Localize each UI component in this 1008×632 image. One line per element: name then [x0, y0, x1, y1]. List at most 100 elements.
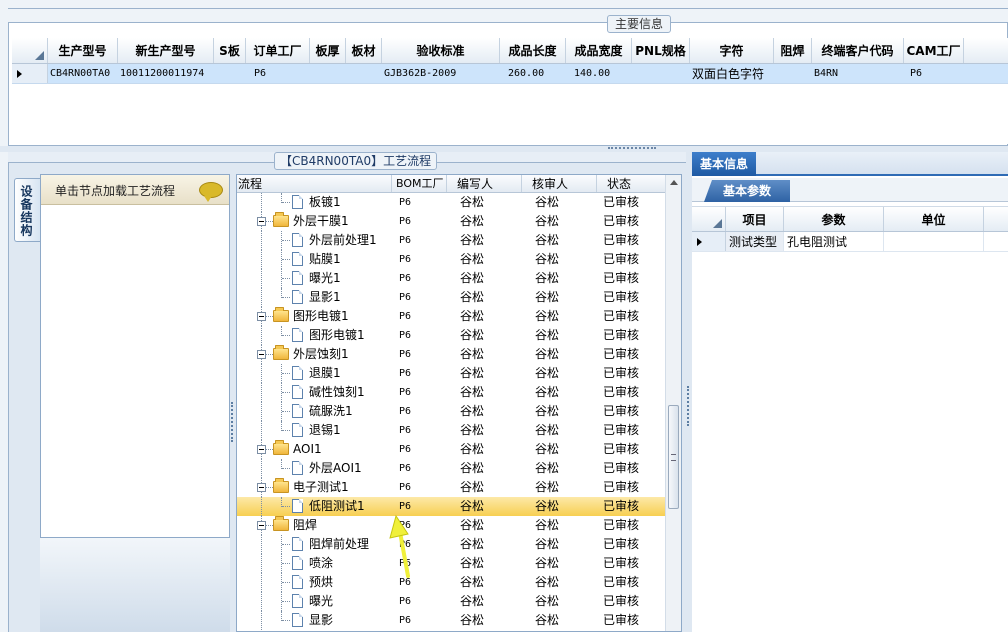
collapse-icon[interactable]	[257, 312, 266, 321]
col-header-author[interactable]: 编写人	[447, 175, 522, 192]
cell-author[interactable]: 谷松	[447, 516, 522, 535]
cell-author[interactable]: 谷松	[447, 231, 522, 250]
tree-node[interactable]: 曝光1	[237, 269, 392, 288]
scroll-thumb[interactable]	[668, 405, 679, 509]
col-header-new-model[interactable]: 新生产型号	[118, 38, 214, 63]
cell-bom-factory[interactable]: P6	[392, 193, 447, 212]
cell-status[interactable]: 已审核	[597, 307, 667, 326]
cell-author[interactable]: 谷松	[447, 478, 522, 497]
cell-author[interactable]: 谷松	[447, 383, 522, 402]
tree-scrollbar[interactable]	[665, 175, 681, 631]
cell-thickness[interactable]	[310, 64, 346, 83]
cell-author[interactable]: 谷松	[447, 573, 522, 592]
cell-status[interactable]: 已审核	[597, 497, 667, 516]
tree-node[interactable]: 退锡1	[237, 421, 392, 440]
cell-bom-factory[interactable]: P6	[392, 440, 447, 459]
col-header-status[interactable]: 状态	[597, 175, 667, 192]
cell-reviewer[interactable]: 谷松	[522, 478, 597, 497]
table-row[interactable]: 测试类型 孔电阻测试	[692, 232, 1008, 252]
tree-row[interactable]: 碱性蚀刻1 P6 谷松 谷松 已审核	[237, 383, 681, 402]
cell-status[interactable]: 已审核	[597, 402, 667, 421]
cell-reviewer[interactable]: 谷松	[522, 231, 597, 250]
col-header-order-factory[interactable]: 订单工厂	[246, 38, 310, 63]
cell-reviewer[interactable]: 谷松	[522, 535, 597, 554]
tree-node[interactable]: 板镀1	[237, 193, 392, 212]
cell-author[interactable]: 谷松	[447, 421, 522, 440]
tree-row[interactable]: AOI1 P6 谷松 谷松 已审核	[237, 440, 681, 459]
tree-row[interactable]: 显影 P6 谷松 谷松 已审核	[237, 611, 681, 630]
cell-bom-factory[interactable]: P6	[392, 364, 447, 383]
cell-author[interactable]: 谷松	[447, 592, 522, 611]
tree-node[interactable]: 退膜1	[237, 364, 392, 383]
cell-reviewer[interactable]: 谷松	[522, 592, 597, 611]
cell-reviewer[interactable]: 谷松	[522, 516, 597, 535]
cell-item[interactable]: 测试类型	[726, 232, 784, 251]
tree-row[interactable]: 外层前处理1 P6 谷松 谷松 已审核	[237, 231, 681, 250]
tree-node[interactable]: 硫脲洗1	[237, 402, 392, 421]
cell-status[interactable]: 已审核	[597, 516, 667, 535]
cell-status[interactable]: 已审核	[597, 440, 667, 459]
cell-author[interactable]: 谷松	[447, 345, 522, 364]
cell-new-model[interactable]: 10011200011974	[118, 64, 214, 83]
cell-model[interactable]: CB4RN00TA0	[48, 64, 118, 83]
tree-row[interactable]: 显影1 P6 谷松 谷松 已审核	[237, 288, 681, 307]
tree-node[interactable]: 低阻测试1	[237, 497, 392, 516]
cell-status[interactable]: 已审核	[597, 250, 667, 269]
cell-reviewer[interactable]: 谷松	[522, 364, 597, 383]
cell-status[interactable]: 已审核	[597, 269, 667, 288]
cell-bom-factory[interactable]: P6	[392, 250, 447, 269]
tree-node[interactable]: 显影	[237, 611, 392, 630]
cell-order-factory[interactable]: P6	[246, 64, 310, 83]
cell-reviewer[interactable]: 谷松	[522, 326, 597, 345]
cell-author[interactable]: 谷松	[447, 193, 522, 212]
process-tree-grid[interactable]: 流程 BOM工厂 编写人 核审人 状态 板镀1 P6 谷松 谷松 已审核 外层干膜1 P6 谷…	[236, 174, 682, 632]
tree-node[interactable]: 外层前处理1	[237, 231, 392, 250]
cell-bom-factory[interactable]: P6	[392, 478, 447, 497]
tab-basic-info[interactable]: 基本信息	[692, 152, 757, 176]
col-header-unit[interactable]: 单位	[884, 207, 984, 231]
cell-author[interactable]: 谷松	[447, 611, 522, 630]
cell-bom-factory[interactable]: P6	[392, 212, 447, 231]
tree-node[interactable]: 阻焊前处理	[237, 535, 392, 554]
cell-status[interactable]: 已审核	[597, 212, 667, 231]
tree-row[interactable]: 贴膜1 P6 谷松 谷松 已审核	[237, 250, 681, 269]
tree-node[interactable]: 图形电镀1	[237, 307, 392, 326]
tree-row[interactable]: 外层干膜1 P6 谷松 谷松 已审核	[237, 212, 681, 231]
cell-bom-factory[interactable]: P6	[392, 345, 447, 364]
tree-row[interactable]: 喷涂 P6 谷松 谷松 已审核	[237, 554, 681, 573]
col-header-material[interactable]: 板材	[346, 38, 382, 63]
tree-node[interactable]: 贴膜1	[237, 250, 392, 269]
cell-unit[interactable]	[884, 232, 984, 251]
cell-author[interactable]: 谷松	[447, 554, 522, 573]
tree-row[interactable]: 阻焊 P6 谷松 谷松 已审核	[237, 516, 681, 535]
splitter-grip-icon[interactable]	[231, 402, 233, 442]
cell-status[interactable]: 已审核	[597, 326, 667, 345]
col-header-s-board[interactable]: S板	[214, 38, 246, 63]
col-header-customer-code[interactable]: 终端客户代码	[812, 38, 904, 63]
cell-author[interactable]: 谷松	[447, 364, 522, 383]
tree-node[interactable]: 图形电镀1	[237, 326, 392, 345]
cell-status[interactable]: 已审核	[597, 554, 667, 573]
cell-author[interactable]: 谷松	[447, 326, 522, 345]
cell-width[interactable]: 140.00	[566, 64, 632, 83]
param-grid[interactable]: 项目 参数 单位 测试类型 孔电阻测试	[692, 206, 1008, 252]
tree-row[interactable]: 退锡1 P6 谷松 谷松 已审核	[237, 421, 681, 440]
cell-status[interactable]: 已审核	[597, 383, 667, 402]
cell-reviewer[interactable]: 谷松	[522, 345, 597, 364]
col-header-length[interactable]: 成品长度	[500, 38, 566, 63]
cell-author[interactable]: 谷松	[447, 459, 522, 478]
cell-author[interactable]: 谷松	[447, 212, 522, 231]
cell-status[interactable]: 已审核	[597, 421, 667, 440]
tree-node[interactable]: 曝光	[237, 592, 392, 611]
col-header-flow[interactable]: 流程	[237, 175, 392, 192]
col-header-pnl-spec[interactable]: PNL规格	[632, 38, 690, 63]
cell-bom-factory[interactable]: P6	[392, 592, 447, 611]
tree-row[interactable]: 图形电镀1 P6 谷松 谷松 已审核	[237, 326, 681, 345]
tree-row[interactable]: 曝光1 P6 谷松 谷松 已审核	[237, 269, 681, 288]
table-row[interactable]: CB4RN00TA0 10011200011974 P6 GJB362B-200…	[12, 64, 1008, 84]
cell-status[interactable]: 已审核	[597, 231, 667, 250]
tree-row[interactable]: 曝光 P6 谷松 谷松 已审核	[237, 592, 681, 611]
cell-bom-factory[interactable]: P6	[392, 459, 447, 478]
tree-row[interactable]: 外层蚀刻1 P6 谷松 谷松 已审核	[237, 345, 681, 364]
tab-equipment-structure[interactable]: 设备结构	[14, 178, 40, 242]
